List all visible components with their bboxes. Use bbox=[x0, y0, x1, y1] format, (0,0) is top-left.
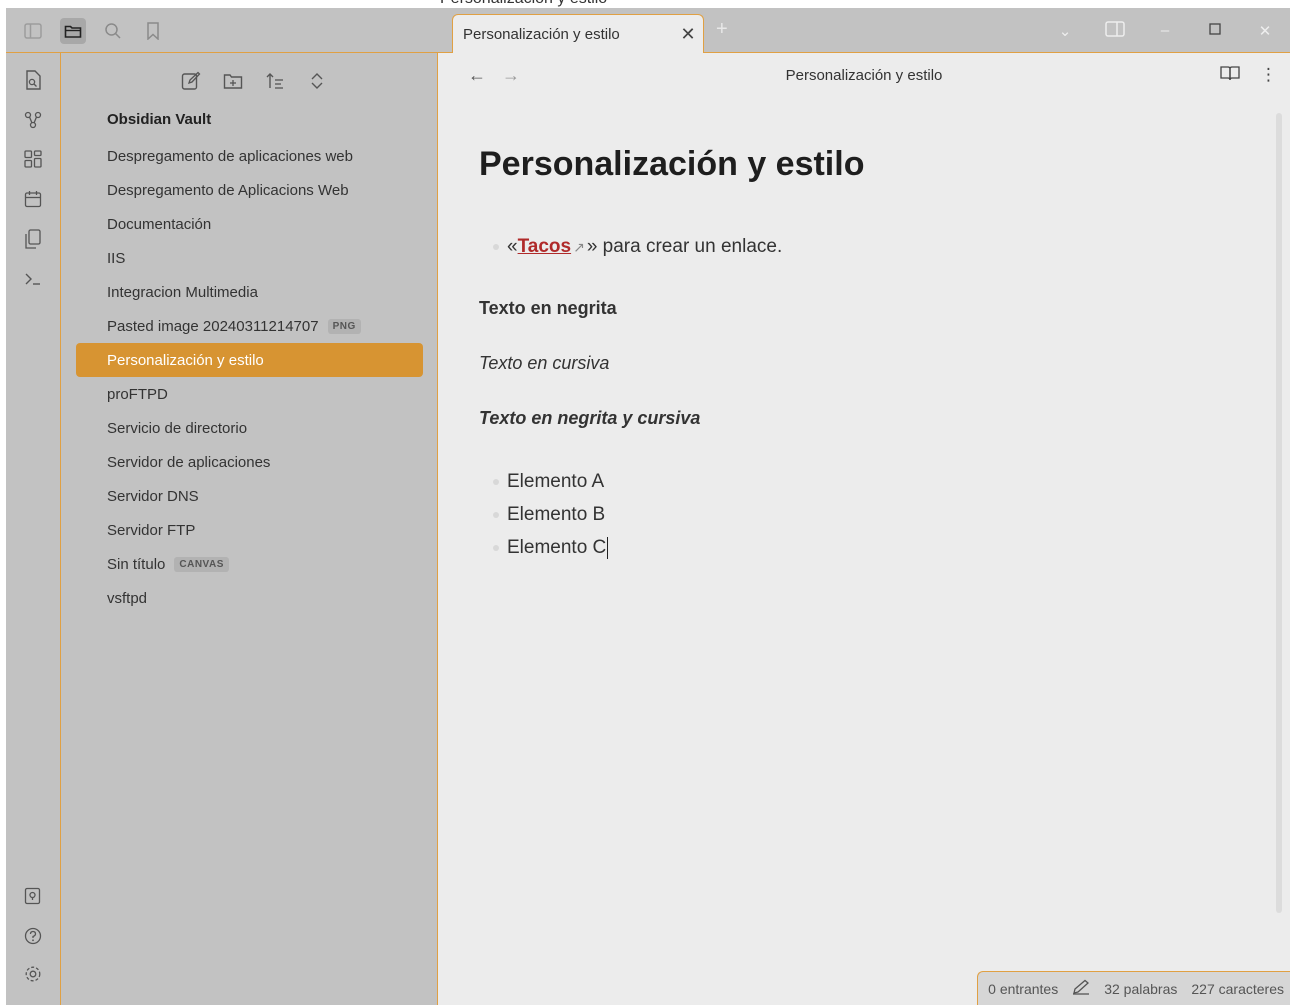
file-item[interactable]: Despregamento de Aplicacions Web bbox=[76, 173, 423, 207]
chevron-down-icon[interactable]: ⌄ bbox=[1040, 22, 1090, 40]
file-item[interactable]: Integracion Multimedia bbox=[76, 275, 423, 309]
tab-personalizacion[interactable]: Personalización y estilo ✕ bbox=[452, 14, 704, 54]
file-label: Servidor FTP bbox=[107, 521, 196, 539]
file-label: Integracion Multimedia bbox=[107, 283, 258, 301]
help-icon[interactable] bbox=[20, 923, 46, 949]
list-item: Elemento B bbox=[479, 498, 1239, 531]
collapse-expand-icon[interactable] bbox=[303, 67, 331, 95]
maximize-icon[interactable] bbox=[1190, 22, 1240, 39]
file-label: Personalización y estilo bbox=[107, 351, 264, 369]
external-link-icon: ↗ bbox=[573, 238, 585, 255]
list-item-text: Elemento A bbox=[507, 470, 605, 492]
minimize-icon[interactable]: – bbox=[1140, 22, 1190, 39]
file-label: Servidor de aplicaciones bbox=[107, 453, 271, 471]
file-item[interactable]: Documentación bbox=[76, 207, 423, 241]
title-bar: Personalización y estilo ✕ + ⌄ – ✕ bbox=[6, 8, 1290, 54]
bookmark-icon[interactable] bbox=[140, 18, 166, 44]
file-label: vsftpd bbox=[107, 589, 148, 607]
pencil-icon[interactable] bbox=[1072, 979, 1090, 998]
bullet-dot bbox=[493, 244, 499, 250]
external-link[interactable]: Tacos bbox=[518, 236, 572, 258]
window-close-icon[interactable]: ✕ bbox=[1240, 22, 1290, 40]
file-label: Servidor DNS bbox=[107, 487, 199, 505]
file-item[interactable]: Servidor DNS bbox=[76, 479, 423, 513]
list-item-text: Elemento C bbox=[507, 536, 607, 558]
terminal-icon[interactable] bbox=[20, 266, 46, 292]
note-content[interactable]: Personalización y estilo «Tacos ↗» para c… bbox=[479, 145, 1239, 564]
scrollbar[interactable] bbox=[1276, 113, 1282, 913]
view-header: ← → Personalización y estilo ⋮ bbox=[438, 53, 1290, 99]
file-item[interactable]: Servidor de aplicaciones bbox=[76, 445, 423, 479]
bold-italic-paragraph: Texto en negrita y cursiva bbox=[479, 408, 701, 428]
bold-paragraph: Texto en negrita bbox=[479, 298, 617, 318]
backlinks-count[interactable]: 0 entrantes bbox=[988, 981, 1058, 997]
vault-name[interactable]: Obsidian Vault bbox=[107, 111, 211, 128]
bullet-dot bbox=[493, 511, 499, 518]
gear-icon[interactable] bbox=[20, 961, 46, 987]
list-item: Elemento C bbox=[479, 531, 1239, 564]
status-bar: 0 entrantes 32 palabras 227 caracteres bbox=[977, 971, 1290, 1005]
list-item-text: Elemento B bbox=[507, 503, 606, 525]
file-type-badge: PNG bbox=[327, 318, 361, 334]
file-explorer: Obsidian Vault Despregamento de aplicaci… bbox=[61, 53, 438, 1005]
bullet-dot bbox=[493, 544, 499, 551]
file-item[interactable]: Servicio de directorio bbox=[76, 411, 423, 445]
list-item: Elemento A bbox=[479, 465, 1239, 498]
link-prefix: « bbox=[507, 236, 518, 257]
sidebar-toggle-icon[interactable] bbox=[20, 18, 46, 44]
obsidian-app: Personalización y estilo ✕ + ⌄ – ✕ Obsid… bbox=[6, 8, 1290, 1005]
canvas-icon[interactable] bbox=[20, 146, 46, 172]
file-label: Documentación bbox=[107, 215, 212, 233]
italic-paragraph: Texto en cursiva bbox=[479, 353, 610, 373]
word-count: 32 palabras bbox=[1104, 980, 1178, 997]
file-item[interactable]: Despregamento de aplicaciones web bbox=[76, 139, 423, 173]
folder-icon[interactable] bbox=[60, 17, 86, 44]
bullet-list: Elemento A Elemento B Elemento C bbox=[479, 465, 1239, 564]
sidebar-tab-icons bbox=[6, 8, 438, 53]
new-folder-icon[interactable] bbox=[219, 67, 247, 95]
ribbon bbox=[6, 53, 61, 1005]
file-label: IIS bbox=[107, 249, 126, 267]
file-item-active[interactable]: Personalización y estilo bbox=[76, 343, 423, 377]
quick-switcher-icon[interactable] bbox=[20, 67, 46, 93]
vault-switcher-icon[interactable] bbox=[20, 883, 46, 909]
more-options-icon[interactable]: ⋮ bbox=[1260, 65, 1277, 85]
link-suffix: » para crear un enlace. bbox=[586, 236, 783, 257]
file-label: Despregamento de aplicaciones web bbox=[107, 147, 353, 165]
file-tree: Despregamento de aplicaciones web Despre… bbox=[76, 139, 423, 615]
reading-view-icon[interactable] bbox=[1220, 65, 1240, 86]
file-type-badge: CANVAS bbox=[174, 556, 229, 572]
file-item[interactable]: Sin título CANVAS bbox=[76, 547, 423, 581]
new-note-icon[interactable] bbox=[177, 67, 205, 95]
os-window-title: Personalización y estilo bbox=[0, 0, 1290, 8]
file-item[interactable]: vsftpd bbox=[76, 581, 423, 615]
file-label: Despregamento de Aplicacions Web bbox=[107, 181, 349, 199]
new-tab-icon[interactable]: + bbox=[716, 18, 728, 41]
right-sidebar-toggle-icon[interactable] bbox=[1090, 20, 1140, 41]
file-item[interactable]: Pasted image 20240311214707 PNG bbox=[76, 309, 423, 343]
bullet-dot bbox=[493, 478, 499, 485]
file-item[interactable]: Servidor FTP bbox=[76, 513, 423, 547]
file-item[interactable]: proFTPD bbox=[76, 377, 423, 411]
list-item: «Tacos ↗» para crear un enlace. bbox=[479, 232, 1239, 262]
search-icon[interactable] bbox=[100, 18, 126, 44]
file-label: Pasted image 20240311214707 bbox=[107, 317, 319, 335]
close-icon[interactable]: ✕ bbox=[673, 24, 703, 45]
file-label: Sin título bbox=[107, 555, 166, 573]
note-heading: Personalización y estilo bbox=[479, 145, 865, 183]
graph-view-icon[interactable] bbox=[20, 107, 46, 133]
sort-icon[interactable] bbox=[261, 67, 289, 95]
calendar-icon[interactable] bbox=[20, 186, 46, 212]
char-count: 227 caracteres bbox=[1191, 980, 1284, 997]
file-label: proFTPD bbox=[107, 385, 168, 403]
templates-icon[interactable] bbox=[20, 226, 46, 252]
explorer-actions bbox=[177, 67, 331, 95]
window-controls: ⌄ – ✕ bbox=[1040, 8, 1290, 53]
note-title-header[interactable]: Personalización y estilo bbox=[438, 67, 1290, 84]
file-label: Servicio de directorio bbox=[107, 419, 248, 437]
file-item[interactable]: IIS bbox=[76, 241, 423, 275]
text-cursor bbox=[607, 536, 609, 559]
tab-label: Personalización y estilo bbox=[463, 26, 620, 43]
editor-pane: ← → Personalización y estilo ⋮ Personali… bbox=[438, 53, 1290, 1005]
